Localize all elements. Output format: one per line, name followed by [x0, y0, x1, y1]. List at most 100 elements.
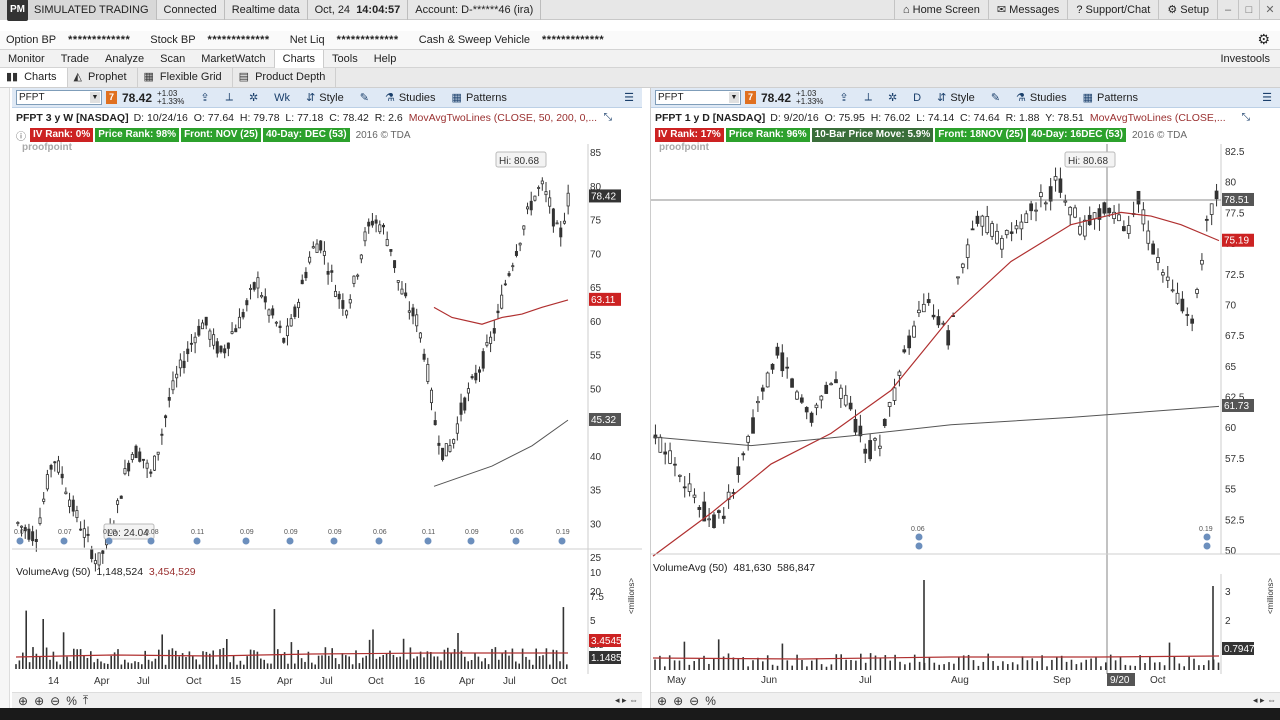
expand-icon[interactable]: ⤒: [83, 693, 88, 708]
left-candle: [544, 191, 548, 196]
right-settings-icon[interactable]: ✲: [888, 91, 897, 104]
right-aggregation-dropdown[interactable]: D: [913, 92, 921, 104]
percent-icon[interactable]: %: [705, 694, 716, 708]
zoom-in-icon[interactable]: ⊕: [34, 694, 44, 708]
left-drawing-tool-icon[interactable]: ⟂: [226, 91, 233, 104]
left-candle: [503, 283, 507, 286]
right-studies-menu[interactable]: Studies: [1030, 92, 1067, 104]
left-studies-icon[interactable]: ⚗: [385, 91, 395, 104]
move-icon[interactable]: ⊕: [18, 694, 28, 708]
left-aggregation-dropdown[interactable]: Wk: [274, 92, 290, 104]
right-fit-icon[interactable]: ⤡: [1242, 111, 1250, 124]
menu-marketwatch[interactable]: MarketWatch: [193, 50, 273, 68]
right-symbol-input[interactable]: PFPT ▼: [655, 90, 741, 105]
left-style-icon[interactable]: ⇵: [306, 91, 315, 104]
right-candle: [1004, 229, 1009, 236]
left-symbol-input[interactable]: PFPT ▼: [16, 90, 102, 105]
menu-monitor[interactable]: Monitor: [0, 50, 53, 68]
subtab-prophet[interactable]: ◭ Prophet: [68, 68, 138, 87]
right-share-icon[interactable]: ⇪: [839, 91, 848, 104]
left-link-icon[interactable]: 7: [106, 91, 117, 104]
account-selector[interactable]: Account: D-******46 (ira): [408, 0, 542, 20]
subtab-charts[interactable]: ▮▮ Charts: [0, 68, 68, 87]
subtab-product-depth[interactable]: ▤ Product Depth: [233, 68, 337, 87]
cash-sweep-label[interactable]: Cash & Sweep Vehicle: [413, 31, 536, 49]
menu-tools[interactable]: Tools: [324, 50, 366, 68]
right-candle: [682, 486, 687, 489]
close-window-button[interactable]: ✕: [1259, 0, 1280, 20]
right-vol-tick: 3: [1225, 587, 1231, 598]
chevron-down-icon[interactable]: ▼: [729, 92, 739, 103]
left-patterns-menu[interactable]: Patterns: [466, 92, 507, 104]
support-chat-button[interactable]: ? Support/Chat: [1067, 0, 1158, 20]
right-candle: [775, 346, 780, 356]
left-pencil-icon[interactable]: ✎: [360, 91, 369, 104]
menu-trade[interactable]: Trade: [53, 50, 97, 68]
right-pencil-icon[interactable]: ✎: [991, 91, 1000, 104]
stock-bp-label[interactable]: Stock BP: [144, 31, 201, 49]
option-bp-label[interactable]: Option BP: [0, 31, 62, 49]
platform-logo: PM: [7, 0, 28, 21]
right-ma200-tag: 61.73: [1224, 401, 1249, 412]
left-candle: [522, 225, 526, 230]
left-studies-menu[interactable]: Studies: [399, 92, 436, 104]
right-x-label: Jun: [761, 675, 777, 686]
right-candle: [1180, 298, 1185, 312]
right-price-chart[interactable]: 82.58077.57572.57067.56562.56057.55552.5…: [651, 144, 1280, 693]
menu-scan[interactable]: Scan: [152, 50, 193, 68]
settings-gear-icon[interactable]: ⚙: [1257, 31, 1270, 48]
investools-link[interactable]: Investools: [1220, 50, 1270, 68]
left-price-chart[interactable]: 8580757065605550454035302520Hi: 80.68Lo:…: [12, 144, 642, 693]
info-icon[interactable]: ⓘ: [16, 128, 26, 143]
chevron-down-icon[interactable]: ▼: [90, 92, 100, 103]
right-style-menu[interactable]: Style: [950, 92, 974, 104]
right-link-icon[interactable]: 7: [745, 91, 756, 104]
left-x-label: 15: [230, 676, 242, 687]
menu-analyze[interactable]: Analyze: [97, 50, 152, 68]
right-vol-tick: 2: [1225, 616, 1231, 627]
left-style-menu[interactable]: Style: [319, 92, 343, 104]
menu-charts[interactable]: Charts: [273, 49, 325, 68]
right-patterns-menu[interactable]: Patterns: [1097, 92, 1138, 104]
left-x-label: 14: [48, 676, 60, 687]
right-candle: [882, 418, 887, 427]
left-settings-icon[interactable]: ✲: [249, 91, 258, 104]
left-dividend-label: 0.09: [240, 529, 254, 536]
messages-button[interactable]: ✉ Messages: [987, 0, 1067, 20]
left-patterns-icon[interactable]: ▦: [452, 91, 462, 104]
right-candle: [1195, 289, 1199, 294]
right-y-tick: 82.5: [1225, 147, 1245, 158]
net-liq-label[interactable]: Net Liq: [284, 31, 331, 49]
right-patterns-icon[interactable]: ▦: [1083, 91, 1093, 104]
minimize-button[interactable]: –: [1217, 0, 1238, 20]
right-candle: [1092, 212, 1097, 220]
left-candle: [49, 465, 53, 470]
maximize-button[interactable]: □: [1238, 0, 1259, 20]
right-candle: [1117, 214, 1121, 222]
scroll-arrows-icon[interactable]: ◂ ▸ ⇔: [615, 695, 638, 706]
home-screen-button[interactable]: ⌂ Home Screen: [893, 0, 988, 20]
right-dividend-label: 0.19: [1199, 526, 1213, 533]
right-style-icon[interactable]: ⇵: [937, 91, 946, 104]
zoom-out-icon[interactable]: ⊖: [689, 694, 699, 708]
left-share-icon[interactable]: ⇪: [200, 91, 209, 104]
right-studies-icon[interactable]: ⚗: [1016, 91, 1026, 104]
zoom-in-icon[interactable]: ⊕: [673, 694, 683, 708]
right-y-tick: 72.5: [1225, 270, 1245, 281]
menu-help[interactable]: Help: [366, 50, 405, 68]
percent-icon[interactable]: %: [66, 694, 77, 708]
right-candle: [751, 417, 755, 434]
right-menu-icon[interactable]: ☰: [1262, 91, 1272, 104]
scroll-arrows-icon[interactable]: ◂ ▸ ⇔: [1253, 695, 1276, 706]
left-fit-icon[interactable]: ⤡: [604, 111, 612, 124]
subtab-flexible-grid[interactable]: ▦ Flexible Grid: [138, 68, 233, 87]
right-candle: [1146, 230, 1151, 244]
zoom-out-icon[interactable]: ⊖: [50, 694, 60, 708]
left-y-tick: 65: [590, 283, 602, 294]
right-chart-pane: PFPT ▼ 7 78.42 +1.03 +1.33% ⇪ ⟂ ✲ D ⇵ Style…: [650, 88, 1280, 708]
right-drawing-tool-icon[interactable]: ⟂: [865, 91, 872, 104]
setup-button[interactable]: ⚙ Setup: [1158, 0, 1217, 20]
left-x-label: Apr: [277, 676, 293, 687]
move-icon[interactable]: ⊕: [657, 694, 667, 708]
left-menu-icon[interactable]: ☰: [624, 91, 634, 104]
